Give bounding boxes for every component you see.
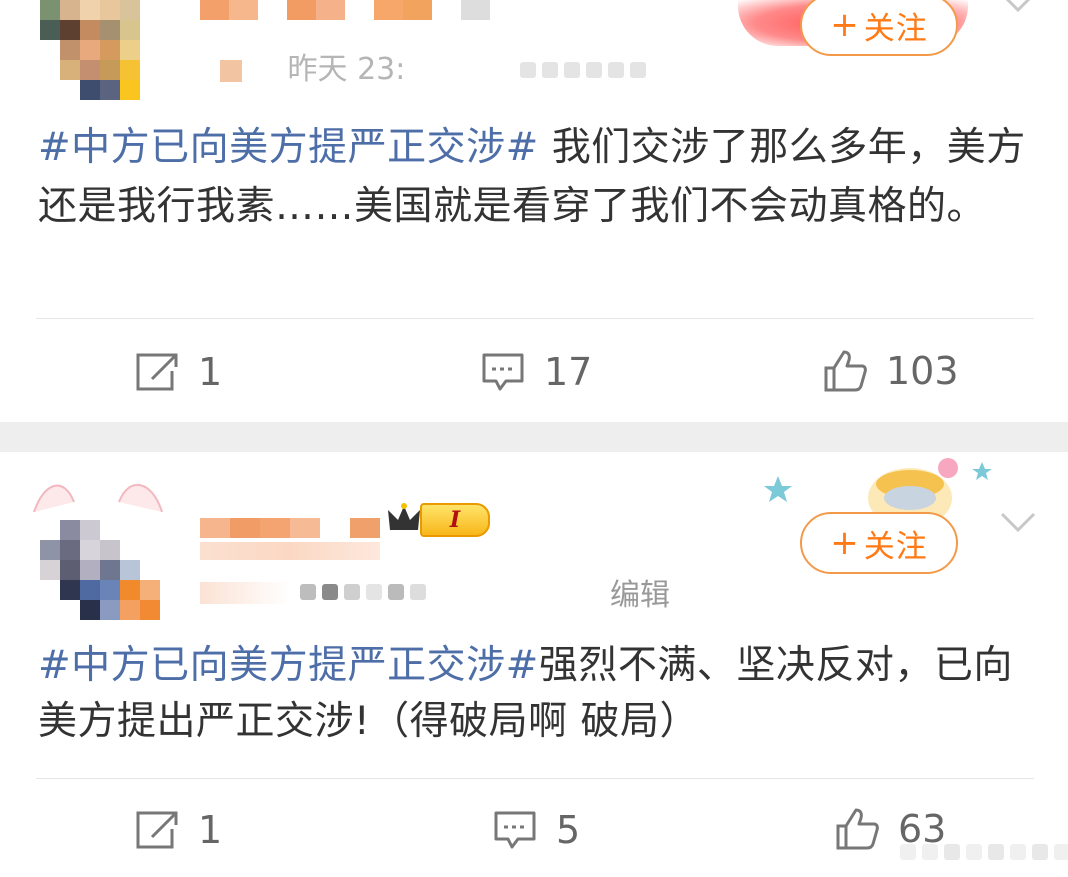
meta-redacted xyxy=(300,584,426,600)
comment-icon xyxy=(494,811,536,849)
member-badge[interactable]: I xyxy=(384,500,490,540)
like-icon xyxy=(836,808,879,850)
username[interactable] xyxy=(200,0,490,20)
like-icon xyxy=(824,350,867,392)
topic-link[interactable]: #中方已向美方提严正交涉# xyxy=(38,125,539,170)
topic-link[interactable]: #中方已向美方提严正交涉# xyxy=(38,643,539,688)
crown-icon xyxy=(388,503,420,530)
comment-count: 17 xyxy=(544,350,593,394)
comment-icon xyxy=(482,353,524,391)
follow-button[interactable]: + 关注 xyxy=(800,512,958,574)
repost-icon xyxy=(136,811,178,849)
repost-count: 1 xyxy=(198,808,223,852)
divider xyxy=(36,318,1034,319)
post-meta: 昨天 23: xyxy=(220,44,405,88)
repost-count: 1 xyxy=(198,350,223,394)
username-extra xyxy=(200,542,380,560)
follow-button[interactable]: + 关注 xyxy=(800,0,958,56)
edit-label: 编辑 xyxy=(610,578,670,613)
post-meta: 编辑 xyxy=(200,576,680,616)
feed-separator xyxy=(0,422,1068,452)
repost-button[interactable]: 1 xyxy=(134,350,222,394)
post-time: 昨天 23: xyxy=(287,52,406,87)
comment-count: 5 xyxy=(556,808,581,852)
post-content: #中方已向美方提严正交涉# 我们交涉了那么多年，美方还是我行我素……美国就是看穿… xyxy=(38,118,1038,236)
chevron-down-icon[interactable] xyxy=(998,0,1038,16)
comment-button[interactable]: 17 xyxy=(480,350,592,394)
like-button[interactable]: 103 xyxy=(822,348,959,394)
badge-level: I xyxy=(449,507,461,533)
post-card: I 编辑 + 关注 #中方已向美方提严正交涉#强烈不满、坚决反对，已向美方提出严… xyxy=(0,452,1068,877)
comment-button[interactable]: 5 xyxy=(492,808,580,852)
repost-icon xyxy=(136,353,178,391)
watermark-redacted xyxy=(900,844,1068,860)
post-content: #中方已向美方提严正交涉#强烈不满、坚决反对，已向美方提出严正交涉!（得破局啊 … xyxy=(38,638,1038,750)
meta-redacted xyxy=(520,62,646,78)
like-count: 103 xyxy=(886,349,959,393)
username[interactable] xyxy=(200,518,380,538)
divider xyxy=(36,778,1034,779)
avatar[interactable] xyxy=(40,0,160,100)
avatar[interactable] xyxy=(40,520,160,620)
post-card: 昨天 23: + 关注 #中方已向美方提严正交涉# 我们交涉了那么多年，美方还是… xyxy=(0,0,1068,422)
repost-button[interactable]: 1 xyxy=(134,808,222,852)
chevron-down-icon[interactable] xyxy=(998,510,1038,536)
